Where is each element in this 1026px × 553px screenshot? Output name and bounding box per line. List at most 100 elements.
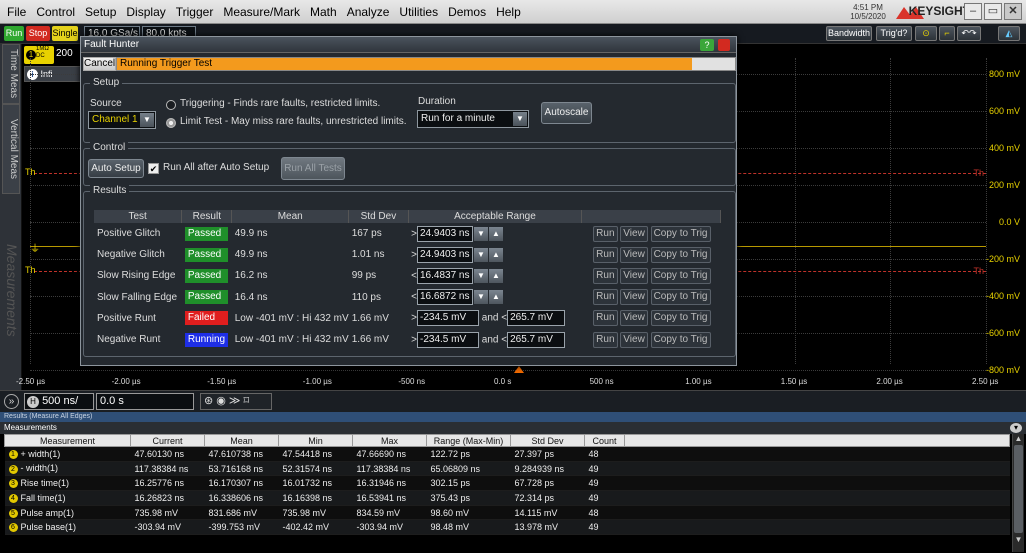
- run-all-after-label[interactable]: Run All after Auto Setup: [163, 162, 269, 173]
- undo-redo-icon[interactable]: ↶↷: [957, 26, 981, 41]
- run-button[interactable]: Run: [4, 26, 24, 41]
- chevron-down-icon[interactable]: ▼: [474, 290, 488, 305]
- close-window-button[interactable]: ✕: [1004, 3, 1022, 20]
- copy-to-trig-button[interactable]: Copy to Trig: [650, 289, 711, 306]
- meas-col-header[interactable]: Min: [278, 434, 353, 447]
- menu-item-math[interactable]: Math: [305, 5, 342, 19]
- range-input-2[interactable]: 265.7 mV: [507, 331, 566, 348]
- meas-cell: 27.397 ps: [510, 446, 585, 462]
- menu-item-utilities[interactable]: Utilities: [394, 5, 443, 19]
- meas-col-header[interactable]: Count: [584, 434, 625, 447]
- menu-item-analyze[interactable]: Analyze: [342, 5, 395, 19]
- chevron-up-icon[interactable]: ▲: [489, 290, 503, 305]
- meas-col-header[interactable]: Current: [130, 434, 205, 447]
- meas-col-header[interactable]: Measurement: [4, 434, 131, 447]
- view-test-button[interactable]: View: [620, 331, 648, 348]
- single-button[interactable]: Single: [52, 26, 78, 41]
- meas-row[interactable]: 4 Fall time(1) 16.26823 ns 16.338606 ns 16.1…: [4, 490, 1010, 506]
- menu-item-control[interactable]: Control: [31, 5, 80, 19]
- menu-item-setup[interactable]: Setup: [80, 5, 121, 19]
- trigger-mode-icon[interactable]: ⊙: [915, 26, 937, 41]
- meas-col-header[interactable]: Max: [352, 434, 427, 447]
- source-dropdown[interactable]: Channel 1 ▼: [88, 111, 156, 129]
- meas-col-header[interactable]: Mean: [204, 434, 279, 447]
- tab-vertical-meas[interactable]: Vertical Meas: [2, 104, 20, 194]
- chevron-down-icon[interactable]: ▼: [474, 226, 488, 241]
- autoscale-icon[interactable]: ◭: [998, 26, 1020, 41]
- cancel-button[interactable]: Cancel: [83, 57, 116, 71]
- copy-to-trig-button[interactable]: Copy to Trig: [650, 246, 711, 263]
- bandwidth-button[interactable]: Bandwidth: [826, 26, 872, 41]
- meas-col-header[interactable]: Range (Max-Min): [426, 434, 511, 447]
- dialog-title-bar[interactable]: Fault Hunter: [81, 37, 736, 53]
- chevron-up-icon[interactable]: ▲: [489, 247, 503, 262]
- meas-row[interactable]: 2- width(1) 117.38384 ns 53.716168 ns 52.31…: [4, 461, 1010, 477]
- measurements-scrollbar[interactable]: ▲ ▼: [1012, 434, 1024, 552]
- results-header-bar[interactable]: Results (Measure All Edges): [0, 412, 1026, 422]
- meas-col-header[interactable]: Std Dev: [510, 434, 585, 447]
- tab-time-meas[interactable]: Time Meas: [2, 44, 20, 104]
- chevron-up-icon[interactable]: ▲: [489, 226, 503, 241]
- minimize-button[interactable]: –: [964, 3, 982, 20]
- menu-item-demos[interactable]: Demos: [443, 5, 491, 19]
- run-all-tests-button[interactable]: Run All Tests: [281, 157, 345, 180]
- meas-row[interactable]: 6 Pulse base(1) -303.94 mV -399.753 mV -402.…: [4, 519, 1010, 536]
- copy-to-trig-button[interactable]: Copy to Trig: [650, 310, 711, 327]
- chevron-down-icon[interactable]: ▼: [474, 247, 488, 262]
- run-test-button[interactable]: Run: [593, 310, 618, 327]
- help-button[interactable]: ?: [700, 39, 714, 51]
- range-input[interactable]: 16.4837 ns: [417, 267, 473, 284]
- timebase-field[interactable]: H 500 ns/: [24, 393, 94, 410]
- run-test-button[interactable]: Run: [593, 331, 618, 348]
- measurements-menu-icon[interactable]: ▾: [1010, 423, 1022, 433]
- delay-field[interactable]: 0.0 s: [96, 393, 194, 410]
- view-test-button[interactable]: View: [620, 267, 648, 284]
- meas-row[interactable]: 5 Pulse amp(1) 735.98 mV 831.686 mV 735.98 m…: [4, 505, 1010, 521]
- stop-button[interactable]: Stop: [26, 26, 50, 41]
- chevron-down-icon[interactable]: ▼: [474, 268, 488, 283]
- menu-item-display[interactable]: Display: [121, 5, 170, 19]
- run-test-button[interactable]: Run: [593, 225, 618, 242]
- chevron-up-icon[interactable]: ▲: [489, 268, 503, 283]
- close-dialog-icon[interactable]: [718, 39, 730, 51]
- copy-to-trig-button[interactable]: Copy to Trig: [650, 267, 711, 284]
- view-test-button[interactable]: View: [620, 225, 648, 242]
- menu-item-trigger[interactable]: Trigger: [171, 5, 219, 19]
- run-test-button[interactable]: Run: [593, 267, 618, 284]
- source-label: Source: [90, 98, 122, 109]
- run-test-button[interactable]: Run: [593, 246, 618, 263]
- auto-setup-button[interactable]: Auto Setup: [88, 159, 144, 178]
- autoscale-button[interactable]: Autoscale: [541, 102, 592, 124]
- expand-chevron-icon[interactable]: »: [4, 394, 19, 409]
- channel-scale[interactable]: 200: [56, 48, 73, 59]
- duration-dropdown[interactable]: Run for a minute ▼: [417, 110, 529, 128]
- radio-triggering-label[interactable]: Triggering - Finds rare faults, restrict…: [180, 98, 380, 109]
- run-test-button[interactable]: Run: [593, 289, 618, 306]
- radio-triggering[interactable]: [166, 100, 176, 110]
- copy-to-trig-button[interactable]: Copy to Trig: [650, 225, 711, 242]
- trigger-edge-icon[interactable]: ⌐: [939, 26, 955, 41]
- range-input[interactable]: 16.6872 ns: [417, 289, 473, 306]
- menu-item-measure-mark[interactable]: Measure/Mark: [218, 5, 305, 19]
- range-input[interactable]: -234.5 mV: [417, 331, 479, 348]
- radio-limit-test[interactable]: [166, 118, 176, 128]
- view-test-button[interactable]: View: [620, 289, 648, 306]
- range-input-2[interactable]: 265.7 mV: [507, 310, 566, 327]
- view-test-button[interactable]: View: [620, 310, 648, 327]
- meas-row[interactable]: 1 + width(1) 47.60130 ns 47.610738 ns 47.544…: [4, 446, 1010, 462]
- tab-measurements[interactable]: Measurements: [2, 240, 20, 340]
- view-test-button[interactable]: View: [620, 246, 648, 263]
- range-input[interactable]: -234.5 mV: [417, 310, 479, 327]
- zoom-controls[interactable]: ⊛ ◉ ≫ ⌑: [200, 393, 272, 410]
- range-input[interactable]: 24.9403 ns: [417, 246, 473, 263]
- range-input[interactable]: 24.9403 ns: [417, 225, 473, 242]
- trigger-position-marker[interactable]: [514, 366, 524, 373]
- meas-row[interactable]: 3 Rise time(1) 16.25776 ns 16.170307 ns 16.0…: [4, 475, 1010, 492]
- menu-item-help[interactable]: Help: [491, 5, 526, 19]
- ground-marker-icon[interactable]: ⏚: [30, 240, 40, 255]
- restore-button[interactable]: ▭: [984, 3, 1002, 20]
- radio-limit-test-label[interactable]: Limit Test - May miss rare faults, unres…: [180, 116, 407, 127]
- copy-to-trig-button[interactable]: Copy to Trig: [650, 331, 711, 348]
- run-all-after-checkbox[interactable]: ✔: [148, 163, 159, 174]
- menu-item-file[interactable]: File: [0, 5, 31, 19]
